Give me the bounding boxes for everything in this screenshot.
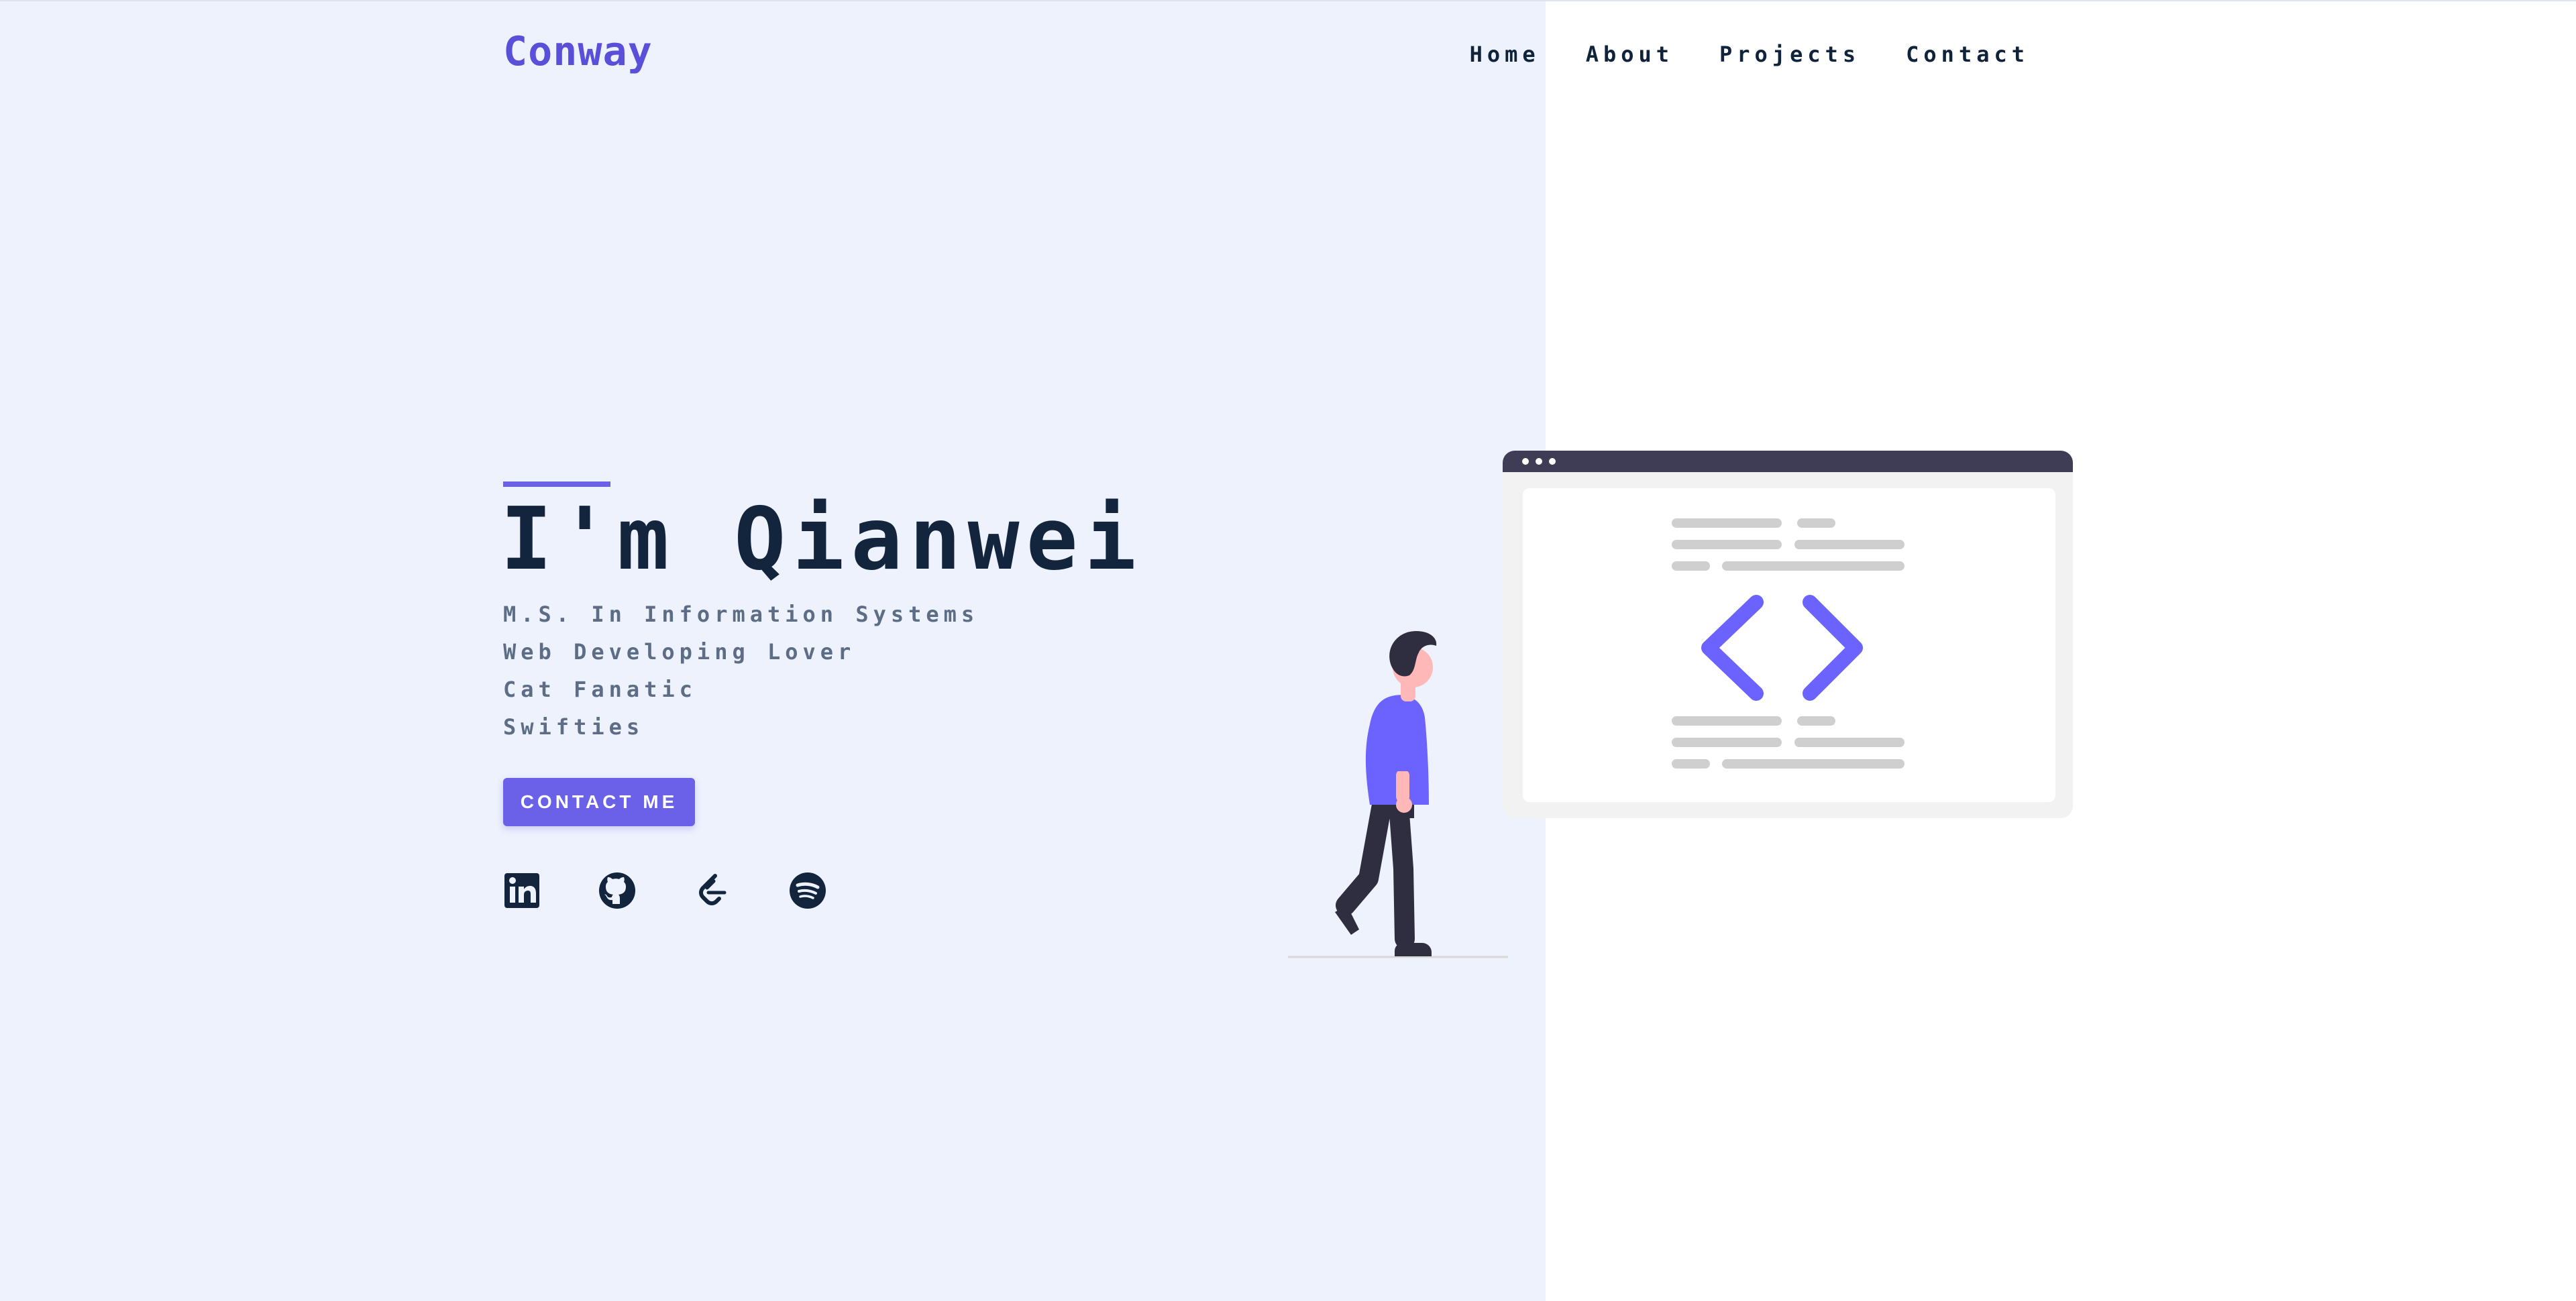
linkedin-icon[interactable] xyxy=(503,872,541,909)
walking-person-graphic xyxy=(1288,631,1508,958)
developer-illustration xyxy=(1288,451,2073,958)
nav-link-home[interactable]: Home xyxy=(1470,42,1540,67)
contact-me-button[interactable]: CONTACT ME xyxy=(503,778,695,826)
tagline-item: Cat Fanatic xyxy=(503,677,697,702)
social-links xyxy=(503,872,826,909)
github-icon[interactable] xyxy=(598,872,636,909)
title-accent-bar xyxy=(503,482,610,487)
site-logo[interactable]: Conway xyxy=(503,28,653,75)
spotify-icon[interactable] xyxy=(789,872,826,909)
top-divider xyxy=(0,0,2576,1)
nav-link-about[interactable]: About xyxy=(1586,42,1674,67)
leetcode-icon[interactable] xyxy=(694,872,731,909)
tagline-list: M.S. In Information Systems Web Developi… xyxy=(503,596,979,746)
tagline-item: Swifties xyxy=(503,714,645,740)
nav-link-contact[interactable]: Contact xyxy=(1906,42,2029,67)
tagline-item: M.S. In Information Systems xyxy=(503,602,979,627)
main-nav: Home About Projects Contact xyxy=(1470,42,2029,67)
hero-title: I'm Qianwei xyxy=(500,490,1143,589)
tagline-item: Web Developing Lover xyxy=(503,639,856,665)
nav-link-projects[interactable]: Projects xyxy=(1719,42,1860,67)
browser-window-graphic xyxy=(1503,451,2073,818)
